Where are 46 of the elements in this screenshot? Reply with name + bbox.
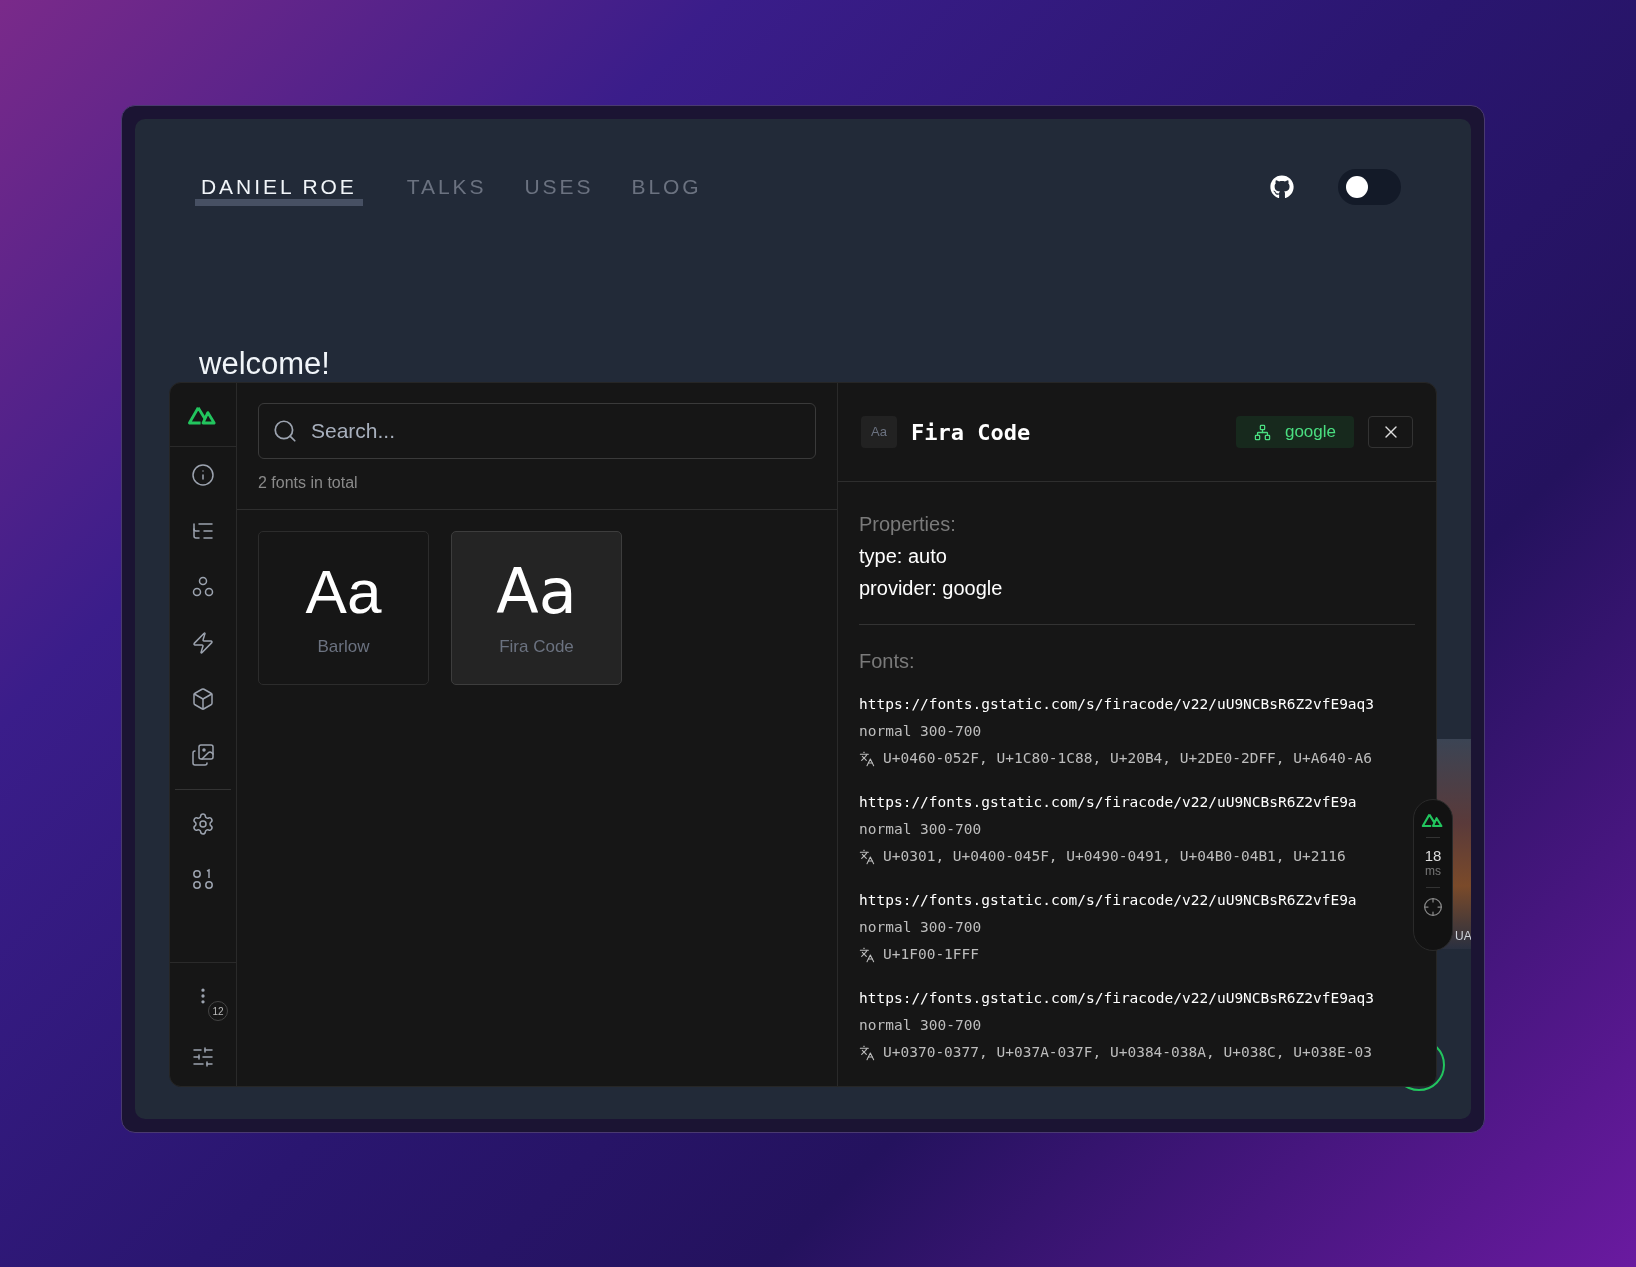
unicode-range-icon xyxy=(859,1044,875,1061)
font-style: normal 300-700 xyxy=(859,918,983,937)
font-card[interactable]: Aa Barlow xyxy=(258,531,429,685)
lightning-icon[interactable] xyxy=(191,631,215,655)
search-field[interactable]: Search... xyxy=(258,403,816,459)
theme-toggle[interactable] xyxy=(1338,169,1401,206)
unicode-range: U+0370-0377, U+037A-037F, U+0384-038A, U+038C, U+038E-03 xyxy=(883,1043,1372,1062)
background-text: UA xyxy=(1455,929,1471,943)
github-icon[interactable] xyxy=(1270,175,1294,200)
welcome-heading: welcome! xyxy=(199,345,330,383)
font-card[interactable]: Aa Fira Code xyxy=(451,531,622,685)
info-icon[interactable] xyxy=(191,463,215,487)
properties-label: Properties: xyxy=(859,512,957,537)
unicode-range: U+0460-052F, U+1C80-1C88, U+20B4, U+2DE0-2DFF, U+A640-A6 xyxy=(883,749,1372,768)
unicode-range: U+1F00-1FFF xyxy=(883,945,980,964)
property-line: type: auto xyxy=(859,544,948,569)
font-url: https://fonts.gstatic.com/s/firacode/v22/uU9NCBsR6Z2vfE9a xyxy=(859,891,1358,910)
unicode-range-icon xyxy=(859,750,875,767)
provider-badge: google xyxy=(1235,416,1354,448)
font-type-tag: Aa xyxy=(861,416,897,448)
fonts-label: Fonts: xyxy=(859,649,916,674)
font-style: normal 300-700 xyxy=(859,722,983,741)
provider-icon xyxy=(1253,423,1271,441)
settings-icon[interactable] xyxy=(191,812,215,836)
crosshair-icon[interactable] xyxy=(1423,897,1443,917)
unicode-range-icon xyxy=(859,946,875,963)
binary-dots-icon[interactable] xyxy=(191,868,215,892)
search-icon xyxy=(272,418,298,444)
nuxt-logo xyxy=(1421,812,1445,828)
font-style: normal 300-700 xyxy=(859,820,983,839)
image-icon[interactable] xyxy=(191,743,215,767)
cube-icon[interactable] xyxy=(191,687,215,711)
font-style: normal 300-700 xyxy=(859,1016,983,1035)
font-title: Fira Code xyxy=(911,418,1031,447)
font-count: 2 fonts in total xyxy=(258,473,359,493)
sliders-icon[interactable] xyxy=(191,1045,215,1069)
circles-icon[interactable] xyxy=(191,575,215,599)
property-line: provider: google xyxy=(859,576,1004,601)
font-url: https://fonts.gstatic.com/s/firacode/v22/uU9NCBsR6Z2vfE9aq3 xyxy=(859,989,1376,1008)
perf-unit: ms xyxy=(1425,864,1441,878)
unicode-range-icon xyxy=(859,848,875,865)
close-button[interactable] xyxy=(1368,416,1413,448)
font-url: https://fonts.gstatic.com/s/firacode/v22/uU9NCBsR6Z2vfE9a xyxy=(859,793,1358,812)
font-url: https://fonts.gstatic.com/s/firacode/v22/uU9NCBsR6Z2vfE9aq3 xyxy=(859,695,1376,714)
unicode-range: U+0301, U+0400-045F, U+0490-0491, U+04B0-04B1, U+2116 xyxy=(883,847,1346,866)
perf-value: 18 xyxy=(1424,847,1442,864)
